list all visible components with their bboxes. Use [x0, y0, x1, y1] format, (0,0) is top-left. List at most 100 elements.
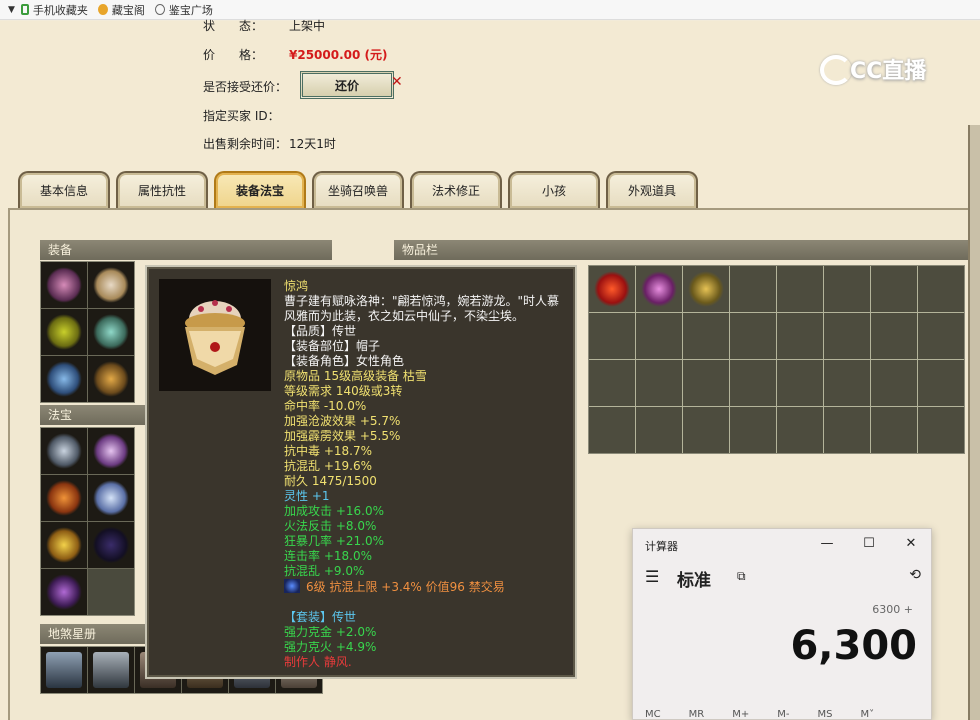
inventory-slot[interactable] [871, 266, 917, 312]
inventory-slot[interactable] [730, 360, 776, 406]
star-slot[interactable] [88, 647, 134, 693]
item-description: 曹子建有赋咏洛神："翩若惊鸿，婉若游龙。"时人慕风雅而为此装，衣之如云中仙子，不… [284, 294, 560, 323]
inventory-slot[interactable] [636, 407, 682, 453]
history-icon[interactable]: ⟲ [909, 567, 921, 583]
attribute-text: 耐久 1475/1500 [284, 474, 377, 488]
inventory-slot[interactable] [824, 266, 870, 312]
tab-basic-info[interactable]: 基本信息 [18, 171, 110, 208]
attribute-text: 加成攻击 +16.0% [284, 504, 384, 518]
logo-icon [820, 55, 852, 85]
equip-slot[interactable] [41, 262, 87, 308]
bookmark-mobile[interactable]: 手机收藏夹 [20, 2, 88, 18]
tab-children[interactable]: 小孩 [508, 171, 600, 208]
calculator-title: 计算器 [645, 540, 678, 553]
inventory-slot[interactable] [824, 313, 870, 359]
inventory-slot[interactable] [871, 360, 917, 406]
inventory-slot[interactable] [730, 313, 776, 359]
minimize-icon[interactable]: — [817, 535, 837, 553]
artifact-slot[interactable] [88, 569, 134, 615]
inventory-slot[interactable] [918, 360, 964, 406]
equip-slot[interactable] [41, 356, 87, 402]
counter-row: 是否接受还价： [203, 78, 289, 95]
artifact-slot[interactable] [88, 475, 134, 521]
close-icon[interactable]: ✕ [391, 74, 403, 90]
artifact-slot[interactable] [41, 522, 87, 568]
maximize-icon[interactable]: ☐ [859, 535, 879, 553]
bookmark-label: 藏宝阁 [111, 3, 145, 17]
inventory-slot[interactable] [589, 407, 635, 453]
bookmark-appraisal[interactable]: 鉴宝广场 [154, 2, 213, 18]
price-row: 价 格： ¥25000.00 (元) [203, 46, 388, 63]
inventory-slot[interactable] [636, 313, 682, 359]
inventory-slot[interactable] [730, 266, 776, 312]
star-slot[interactable] [41, 647, 87, 693]
inventory-slot[interactable] [777, 360, 823, 406]
brand-logo: CC直播 [850, 59, 927, 84]
close-window-icon[interactable]: ✕ [901, 535, 921, 553]
inventory-slot[interactable] [871, 313, 917, 359]
bookmarks-toggle-icon[interactable]: ▼ [8, 5, 15, 15]
menu-icon[interactable]: ☰ [645, 567, 659, 586]
bookmark-treasure[interactable]: 藏宝阁 [97, 2, 145, 18]
inventory-slot[interactable] [918, 407, 964, 453]
inventory-slot[interactable] [730, 407, 776, 453]
memory-recall-button[interactable]: MR [689, 709, 705, 720]
inventory-slot[interactable] [589, 266, 635, 312]
inventory-slot[interactable] [918, 313, 964, 359]
item-attribute-line: 命中率 -10.0% [284, 399, 569, 414]
inventory-slot[interactable] [918, 266, 964, 312]
attribute-text: 命中率 -10.0% [284, 399, 367, 413]
inventory-slot[interactable] [824, 407, 870, 453]
memory-clear-button[interactable]: MC [645, 709, 661, 720]
bookmark-label: 鉴宝广场 [168, 3, 213, 17]
item-attribute-line: 制作人 静风. [284, 655, 569, 670]
artifact-slot[interactable] [41, 428, 87, 474]
artifact-slot[interactable] [88, 428, 134, 474]
tab-appearance[interactable]: 外观道具 [606, 171, 698, 208]
artifact-slot[interactable] [41, 475, 87, 521]
memory-subtract-button[interactable]: M- [777, 709, 789, 720]
equip-slot[interactable] [88, 309, 134, 355]
scroll-rail[interactable] [968, 125, 980, 720]
artifact-slot[interactable] [88, 522, 134, 568]
inventory-slot[interactable] [683, 360, 729, 406]
inventory-slot[interactable] [777, 407, 823, 453]
crown-icon [185, 300, 245, 375]
inventory-slot[interactable] [683, 266, 729, 312]
page: CC直播 状 态： 上架中 价 格： ¥25000.00 (元) 是否接受还价：… [0, 19, 980, 720]
equip-slot[interactable] [88, 262, 134, 308]
attribute-text: 加强霹雳效果 +5.5% [284, 429, 401, 443]
status-value: 上架中 [289, 19, 326, 33]
memory-store-button[interactable]: MS [817, 709, 832, 720]
memory-add-button[interactable]: M+ [732, 709, 749, 720]
artifact-slot[interactable] [41, 569, 87, 615]
attribute-text: 【装备角色】女性角色 [284, 354, 405, 368]
time-label: 出售剩余时间： [203, 137, 288, 151]
inventory-slot[interactable] [589, 313, 635, 359]
tab-attributes[interactable]: 属性抗性 [116, 171, 208, 208]
calculator-expression: 6300 + [872, 603, 913, 616]
inventory-slot[interactable] [589, 360, 635, 406]
equip-slot[interactable] [88, 356, 134, 402]
inventory-slot[interactable] [777, 313, 823, 359]
inventory-slot[interactable] [871, 407, 917, 453]
item-attribute-line: 原物品 15级高级装备 枯雪 [284, 369, 569, 384]
inventory-slot[interactable] [636, 360, 682, 406]
equipment-grid [40, 261, 135, 403]
tab-equipment[interactable]: 装备法宝 [214, 171, 306, 208]
memory-list-button[interactable]: M˅ [860, 709, 874, 720]
inventory-slot[interactable] [683, 407, 729, 453]
tab-mounts[interactable]: 坐骑召唤兽 [312, 171, 404, 208]
inventory-slot[interactable] [777, 266, 823, 312]
attribute-text: 灵性 +1 [284, 489, 330, 503]
item-attribute-line: 强力克金 +2.0% [284, 625, 569, 640]
inventory-slot[interactable] [636, 266, 682, 312]
inventory-slot[interactable] [683, 313, 729, 359]
price-label: 价 格： [203, 48, 264, 62]
inventory-slot[interactable] [824, 360, 870, 406]
treasure-icon [97, 4, 108, 15]
tab-spells[interactable]: 法术修正 [410, 171, 502, 208]
counter-offer-button[interactable]: 还价 [300, 71, 394, 99]
keep-on-top-icon[interactable]: ⧉ [737, 569, 746, 584]
equip-slot[interactable] [41, 309, 87, 355]
